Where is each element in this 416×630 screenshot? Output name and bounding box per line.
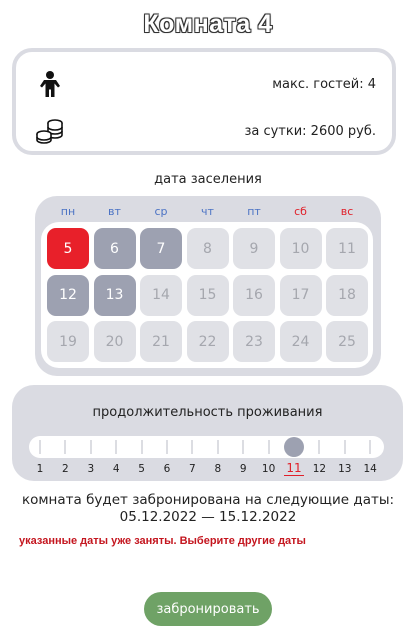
slider-tick-label: 12 bbox=[312, 463, 327, 475]
slider-tick bbox=[242, 440, 245, 454]
slider-tick-label: 14 bbox=[363, 463, 377, 475]
duration-slider[interactable] bbox=[29, 436, 384, 458]
slider-tick-label: 2 bbox=[62, 463, 69, 475]
calendar-day[interactable]: 12 bbox=[47, 274, 89, 316]
calendar: пн вт ср чт пт сб вс 5 6 7 8 9 10 11 12 13 14 15 16 17 18 19… bbox=[35, 196, 381, 376]
slider-tick-label: 8 bbox=[214, 463, 222, 475]
calendar-day[interactable]: 13 bbox=[93, 274, 136, 316]
calendar-day[interactable]: 10 bbox=[279, 228, 322, 269]
weekday-label: сб bbox=[294, 205, 307, 218]
calendar-day[interactable]: 24 bbox=[279, 321, 322, 362]
slider-selected-value: 11 bbox=[284, 461, 304, 476]
summary-text: комната будет забронирована на следующие… bbox=[21, 492, 395, 508]
duration-panel: продолжительность проживания 1 2 3 4 5 6 7 8 9 10… bbox=[12, 385, 403, 481]
slider-tick-label: 10 bbox=[261, 463, 276, 475]
calendar-day[interactable]: 25 bbox=[326, 321, 368, 362]
summary-dates: 05.12.2022 — 15.12.2022 bbox=[119, 509, 297, 525]
calendar-day[interactable]: 9 bbox=[233, 228, 275, 269]
calendar-day[interactable]: 23 bbox=[233, 321, 275, 362]
slider-tick-label: 1 bbox=[36, 463, 44, 475]
price-row: за сутки: 2600 руб. bbox=[16, 115, 392, 147]
weekday-label: пт bbox=[247, 205, 261, 218]
slider-tick-label: 5 bbox=[138, 463, 145, 475]
calendar-grid: 5 6 7 8 9 10 11 12 13 14 15 16 17 18 19 20 21 22 23 24 25 bbox=[41, 222, 373, 368]
guests-row: макс. гостей: 4 bbox=[16, 68, 392, 100]
person-icon bbox=[40, 71, 60, 97]
weekday-label: вс bbox=[340, 205, 354, 218]
duration-label: продолжительность проживания bbox=[92, 405, 323, 420]
calendar-day[interactable]: 17 bbox=[279, 274, 322, 316]
calendar-day[interactable]: 20 bbox=[93, 321, 136, 362]
slider-tick bbox=[318, 440, 321, 454]
calendar-day[interactable]: 22 bbox=[186, 321, 229, 362]
slider-tick bbox=[343, 440, 346, 454]
slider-tick bbox=[115, 440, 118, 454]
calendar-day[interactable]: 6 bbox=[93, 228, 136, 269]
calendar-day[interactable]: 11 bbox=[326, 228, 368, 269]
weekday-label: вт bbox=[108, 205, 121, 218]
checkin-label: дата заселения bbox=[154, 172, 262, 187]
calendar-day[interactable]: 7 bbox=[140, 228, 182, 269]
slider-tick bbox=[191, 440, 194, 454]
slider-tick bbox=[267, 440, 270, 454]
slider-tick-label: 7 bbox=[189, 463, 196, 475]
calendar-day[interactable]: 18 bbox=[326, 274, 368, 316]
calendar-day[interactable]: 15 bbox=[186, 274, 229, 316]
weekday-label: ср bbox=[154, 205, 168, 218]
slider-tick bbox=[39, 440, 41, 454]
max-guests-text: макс. гостей: 4 bbox=[272, 76, 376, 92]
slider-tick-label: 13 bbox=[338, 463, 352, 475]
weekday-label: пн bbox=[60, 205, 76, 218]
coins-icon bbox=[36, 119, 63, 144]
slider-tick bbox=[140, 440, 143, 454]
calendar-day[interactable]: 14 bbox=[140, 274, 182, 316]
calendar-day[interactable]: 8 bbox=[186, 228, 229, 269]
dates-taken-warning: указанные даты уже заняты. Выберите друг… bbox=[19, 535, 306, 547]
slider-tick-label: 6 bbox=[163, 463, 171, 475]
slider-tick bbox=[216, 440, 219, 454]
price-per-day-text: за сутки: 2600 руб. bbox=[244, 123, 376, 139]
slider-tick-label: 3 bbox=[87, 463, 95, 475]
booking-summary: комната будет забронирована на следующие… bbox=[0, 492, 416, 526]
slider-thumb[interactable] bbox=[284, 437, 304, 457]
weekday-label: чт bbox=[201, 205, 214, 218]
slider-tick bbox=[64, 440, 67, 454]
slider-tick-label: 4 bbox=[112, 463, 120, 475]
calendar-day[interactable]: 16 bbox=[233, 274, 275, 316]
slider-tick bbox=[89, 440, 92, 454]
calendar-day[interactable]: 5 bbox=[47, 228, 89, 269]
calendar-day[interactable]: 21 bbox=[140, 321, 182, 362]
page-title: Комната 4 bbox=[143, 10, 273, 38]
room-info-card: макс. гостей: 4 за сутки: 2600 руб. bbox=[12, 48, 396, 155]
slider-tick-label: 9 bbox=[239, 463, 247, 475]
slider-tick bbox=[369, 440, 372, 454]
calendar-day[interactable]: 19 bbox=[47, 321, 89, 362]
slider-tick bbox=[166, 440, 168, 454]
book-button[interactable]: забронировать bbox=[144, 592, 272, 626]
